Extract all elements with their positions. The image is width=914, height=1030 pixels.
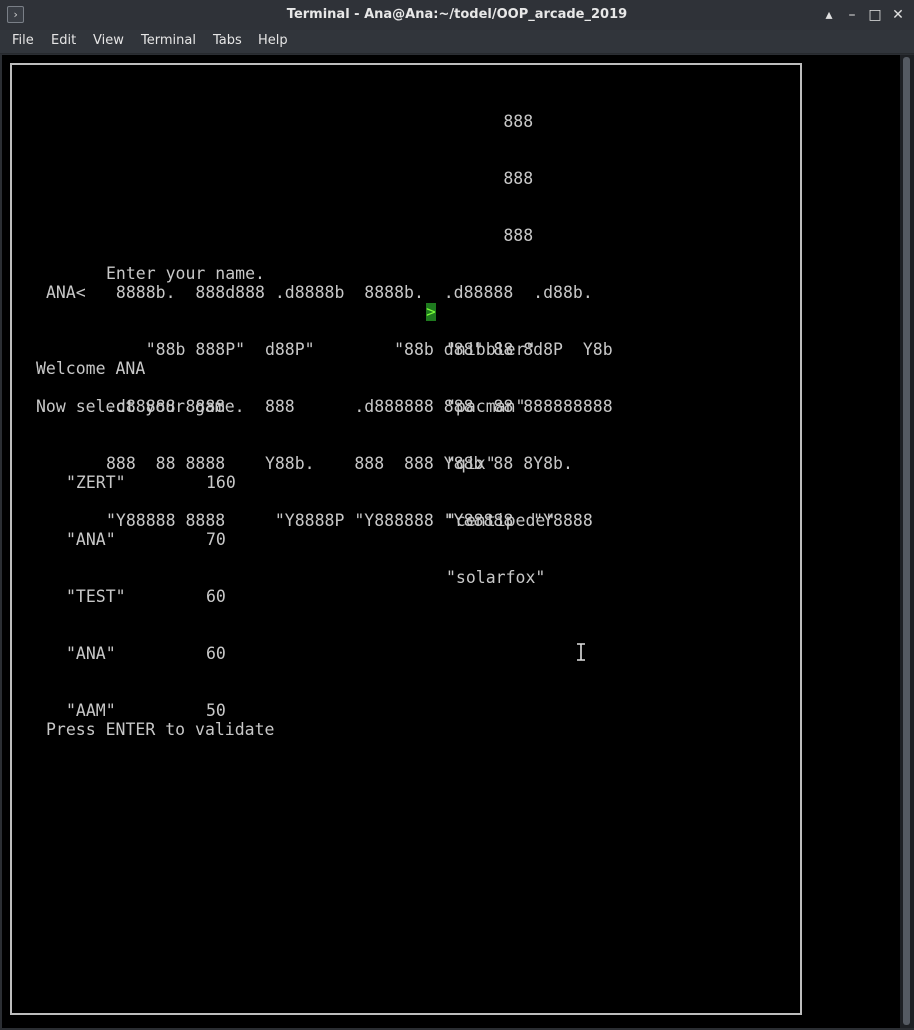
score-value: 50 <box>206 701 226 720</box>
welcome-message: Welcome ANA <box>36 359 146 378</box>
score-player-name: "ANA" <box>66 530 116 549</box>
game-option-solarfox[interactable]: "solarfox" <box>446 568 555 587</box>
scoreboard-values: 160 70 60 60 50 <box>206 435 236 739</box>
score-value: 60 <box>206 644 226 663</box>
score-player-name: "AAM" <box>66 701 116 720</box>
logo-line: 888 <box>106 169 534 188</box>
score-value: 70 <box>206 530 226 549</box>
shade-icon[interactable]: ▴ <box>820 5 838 25</box>
score-player-name: "TEST" <box>66 587 126 606</box>
terminal-scrollbar[interactable] <box>900 55 914 1028</box>
game-option-nibbler[interactable]: "nibbler" <box>446 340 555 359</box>
game-option-centipede[interactable]: "centipede" <box>446 511 555 530</box>
scroll-thumb[interactable] <box>903 57 910 1025</box>
game-selector-cursor: > <box>426 302 436 321</box>
maximize-icon[interactable]: □ <box>866 5 884 25</box>
menu-edit[interactable]: Edit <box>51 33 76 48</box>
score-value: 160 <box>206 473 236 492</box>
menu-bar: File Edit View Terminal Tabs Help <box>0 30 914 54</box>
logo-line: 8888b. 888d888 .d8888b 8888b. .d88888 .d… <box>106 283 593 302</box>
name-prompt: Enter your name. <box>106 264 265 283</box>
game-option-pacman[interactable]: "pacman" <box>446 397 555 416</box>
window-title: Terminal - Ana@Ana:~/todel/OOP_arcade_20… <box>286 7 628 22</box>
select-game-prompt: Now select your game. <box>36 397 245 416</box>
validate-hint: Press ENTER to validate <box>46 720 275 739</box>
menu-view[interactable]: View <box>93 33 124 48</box>
logo-line: 888 <box>106 112 534 131</box>
minimize-icon[interactable]: – <box>843 5 861 25</box>
game-list: "nibbler" "pacman" "qix" "centipede" "so… <box>446 302 555 606</box>
menu-help[interactable]: Help <box>258 33 288 48</box>
window-titlebar: › Terminal - Ana@Ana:~/todel/OOP_arcade_… <box>0 0 914 30</box>
game-option-qix[interactable]: "qix" <box>446 454 555 473</box>
ibeam-cursor-icon <box>577 643 585 661</box>
score-player-name: "ZERT" <box>66 473 126 492</box>
name-input[interactable]: ANA< <box>46 283 86 302</box>
score-player-name: "ANA" <box>66 644 116 663</box>
score-value: 60 <box>206 587 226 606</box>
scoreboard-names: "ZERT" "ANA" "TEST" "ANA" "AAM" <box>66 435 126 739</box>
logo-line: 888 <box>106 226 534 245</box>
menu-terminal[interactable]: Terminal <box>141 33 196 48</box>
menu-tabs[interactable]: Tabs <box>213 33 242 48</box>
menu-file[interactable]: File <box>12 33 34 48</box>
close-icon[interactable]: ✕ <box>889 5 907 25</box>
